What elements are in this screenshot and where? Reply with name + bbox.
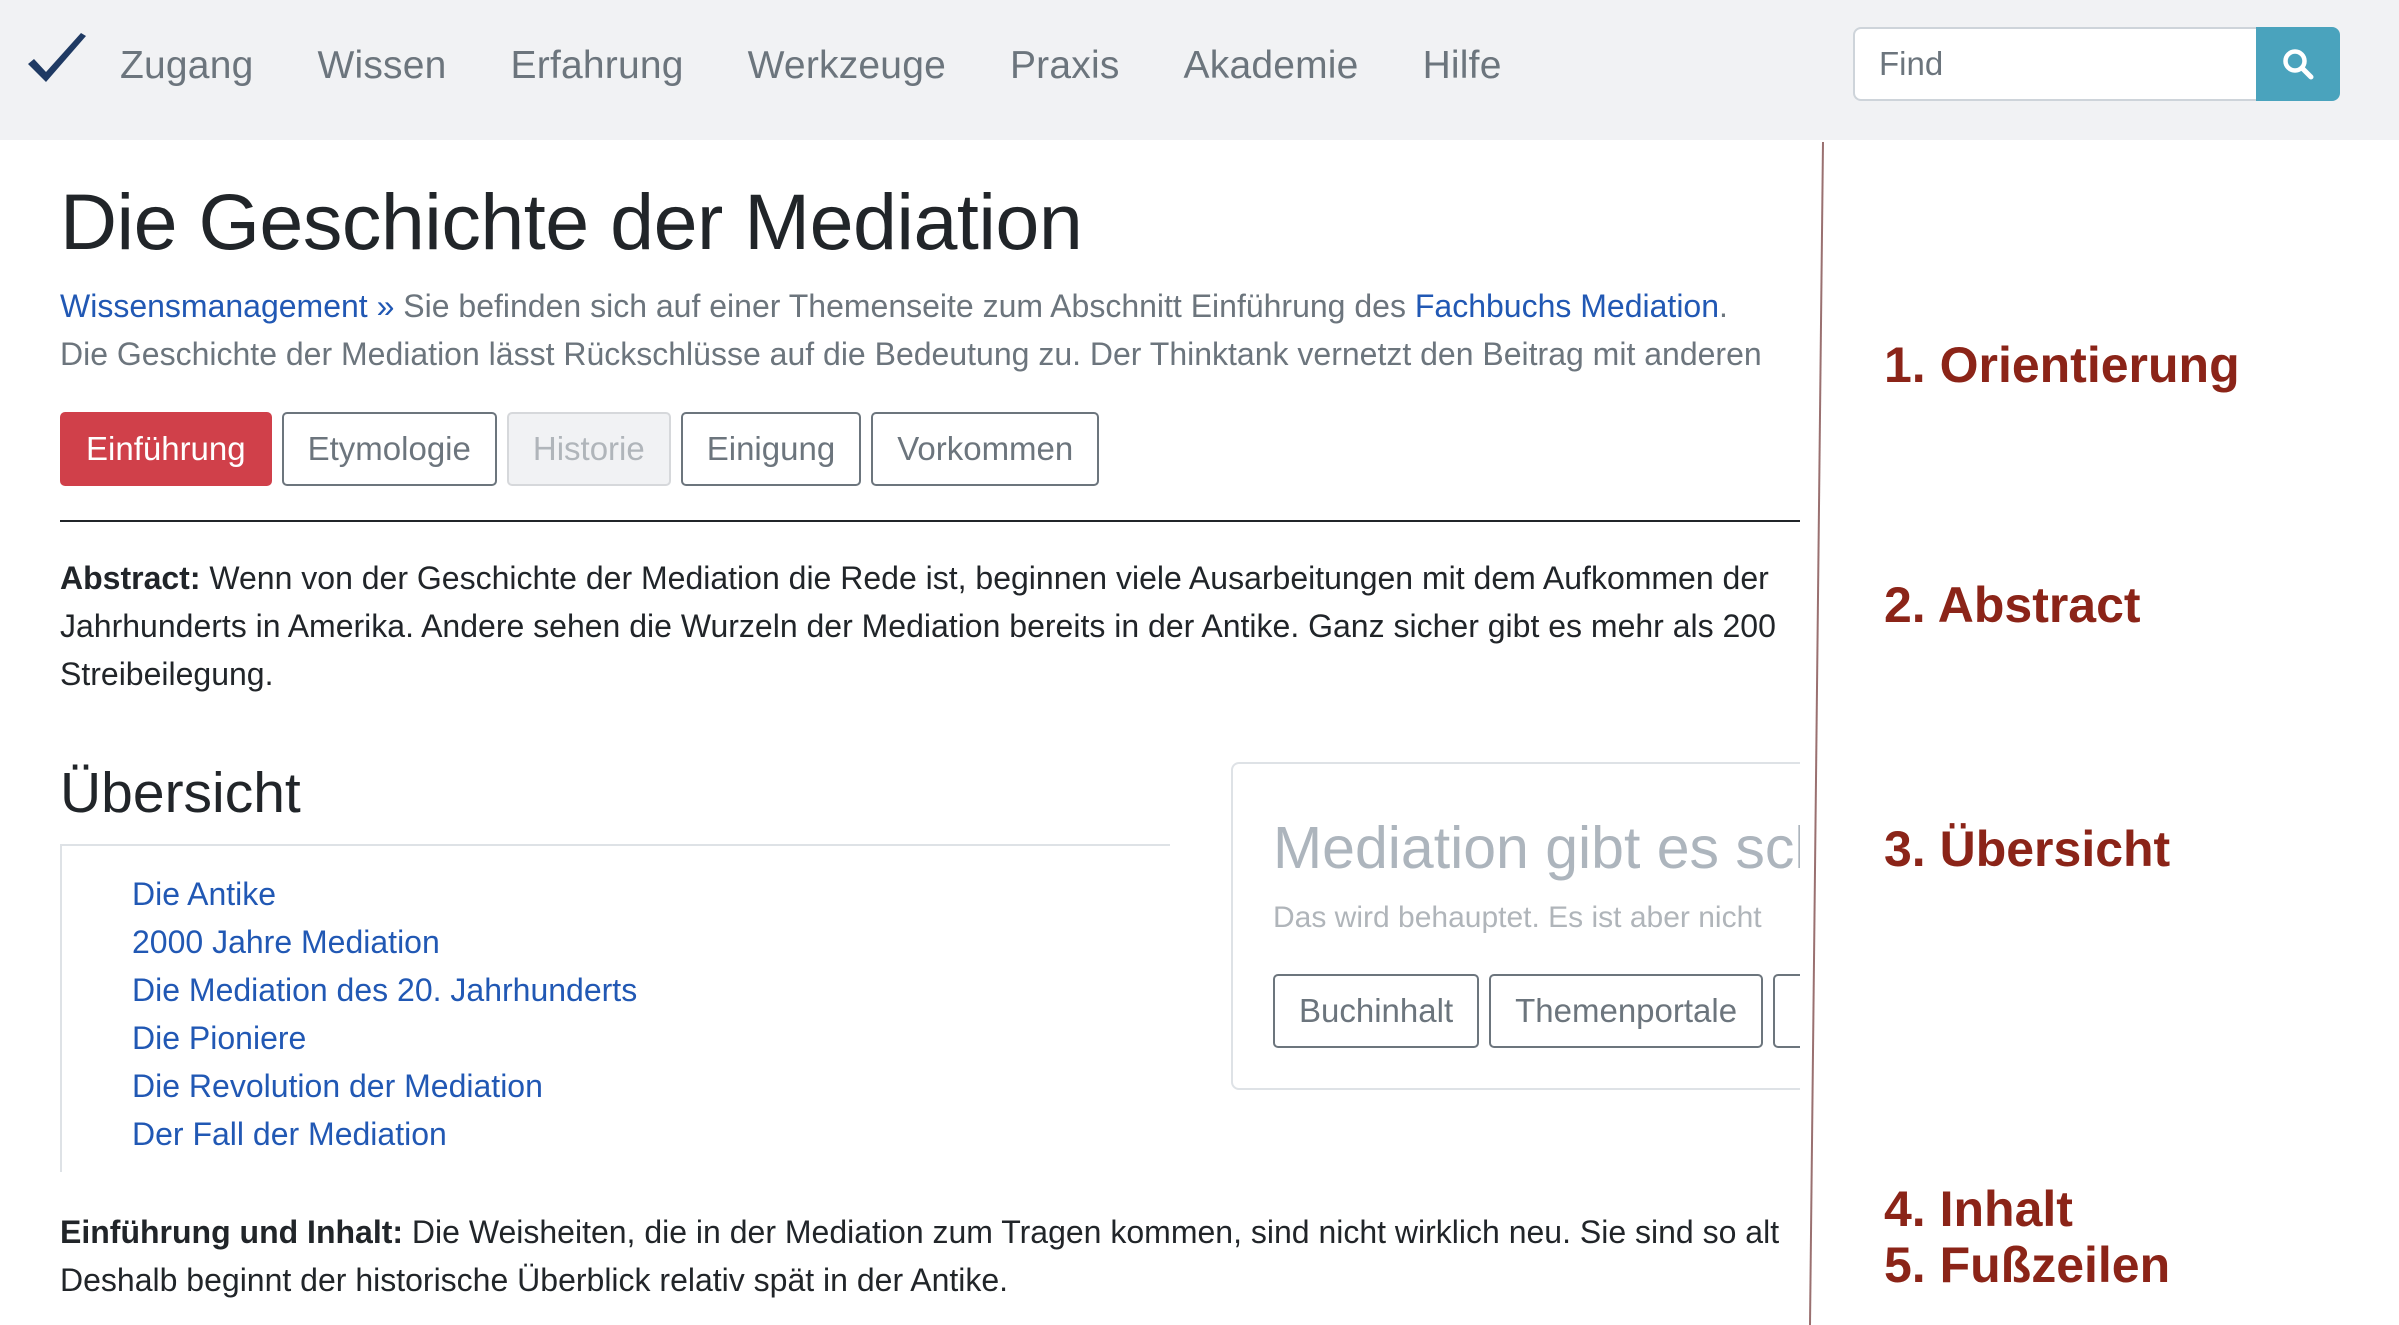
toc-link-fall[interactable]: Der Fall der Mediation [132, 1116, 447, 1152]
nav-item-erfahrung[interactable]: Erfahrung [511, 44, 684, 88]
nav-item-werkzeuge[interactable]: Werkzeuge [748, 44, 946, 88]
top-navbar: Zugang Wissen Erfahrung Werkzeuge Praxis… [0, 0, 2399, 140]
intro-paragraph: Einführung und Inhalt: Die Weisheiten, d… [60, 1208, 1800, 1304]
search-button[interactable] [2256, 27, 2340, 101]
abstract-line-3: Streibeilegung. [60, 656, 274, 692]
annotation-fusszeilen: 5. Fußzeilen [1884, 1237, 2171, 1293]
section-tabs: Einführung Etymologie Historie Einigung … [60, 412, 1109, 486]
annotation-orientierung: 1. Orientierung [1884, 337, 2240, 393]
brand-checkmark-icon[interactable] [24, 30, 92, 90]
toc-link-pioniere[interactable]: Die Pioniere [132, 1020, 306, 1056]
page-description: Die Geschichte der Mediation lässt Rücks… [60, 336, 1762, 372]
table-of-contents: Die Antike 2000 Jahre Mediation Die Medi… [60, 844, 1170, 1172]
link-fachbuch-mediation[interactable]: Fachbuchs Mediation [1415, 288, 1719, 324]
nav-item-zugang[interactable]: Zugang [120, 44, 253, 88]
toc-link-die-antike[interactable]: Die Antike [132, 876, 276, 912]
nav-item-hilfe[interactable]: Hilfe [1423, 44, 1502, 88]
card-subtitle: Das wird behauptet. Es ist aber nicht [1273, 901, 1762, 934]
main-menu: Zugang Wissen Erfahrung Werkzeuge Praxis… [120, 0, 1566, 132]
abstract-line-2: Jahrhunderts in Amerika. Andere sehen di… [60, 608, 1776, 644]
tab-historie[interactable]: Historie [506, 412, 671, 486]
abstract-paragraph: Abstract: Wenn von der Geschichte der Me… [60, 554, 1800, 698]
card-title: Mediation gibt es scl [1273, 815, 1800, 881]
nav-item-wissen[interactable]: Wissen [317, 44, 446, 88]
info-card: Mediation gibt es scl Das wird behauptet… [1231, 762, 1800, 1090]
breadcrumb-separator: » [376, 288, 395, 324]
nav-item-praxis[interactable]: Praxis [1010, 44, 1120, 88]
abstract-label: Abstract: [60, 560, 201, 596]
breadcrumb: Wissensmanagement » Sie befinden sich au… [60, 288, 1728, 325]
toc-link-2000-jahre[interactable]: 2000 Jahre Mediation [132, 924, 440, 960]
tab-einfuehrung[interactable]: Einführung [60, 412, 272, 486]
breadcrumb-text: Sie befinden sich auf einer Themenseite … [403, 288, 1406, 324]
tab-einigung[interactable]: Einigung [680, 412, 862, 486]
annotation-inhalt: 4. Inhalt [1884, 1181, 2073, 1237]
tab-vorkommen[interactable]: Vorkommen [871, 412, 1100, 486]
search-input[interactable] [1853, 27, 2258, 101]
abstract-line-1: Wenn von der Geschichte der Mediation di… [209, 560, 1769, 596]
main-content: Die Geschichte der Mediation Wissensmana… [0, 140, 1800, 1325]
card-button-group: Buchinhalt Themenportale 2 [1273, 974, 1800, 1048]
intro-label: Einführung und Inhalt: [60, 1214, 404, 1250]
horizontal-divider [60, 520, 1800, 522]
nav-item-akademie[interactable]: Akademie [1184, 44, 1359, 88]
buchinhalt-button[interactable]: Buchinhalt [1273, 974, 1480, 1048]
card-third-button[interactable]: 2 [1773, 974, 1800, 1048]
toc-link-revolution[interactable]: Die Revolution der Mediation [132, 1068, 543, 1104]
toc-link-20-jahrhundert[interactable]: Die Mediation des 20. Jahrhunderts [132, 972, 637, 1008]
intro-line-2: Deshalb beginnt der historische Überblic… [60, 1262, 1009, 1298]
annotation-uebersicht: 3. Übersicht [1884, 821, 2171, 877]
themenportale-button[interactable]: Themenportale [1489, 974, 1764, 1048]
page-title: Die Geschichte der Mediation [60, 177, 1083, 266]
overview-heading: Übersicht [60, 761, 301, 825]
annotation-abstract: 2. Abstract [1884, 577, 2141, 633]
tab-etymologie[interactable]: Etymologie [281, 412, 497, 486]
breadcrumb-link-wissensmanagement[interactable]: Wissensmanagement [60, 288, 368, 324]
annotation-sidebar: 1. Orientierung 2. Abstract 3. Übersicht… [1884, 140, 2384, 1325]
intro-line-1: Die Weisheiten, die in der Mediation zum… [411, 1214, 1780, 1250]
breadcrumb-end: . [1719, 288, 1728, 324]
search-icon [2283, 49, 2314, 80]
